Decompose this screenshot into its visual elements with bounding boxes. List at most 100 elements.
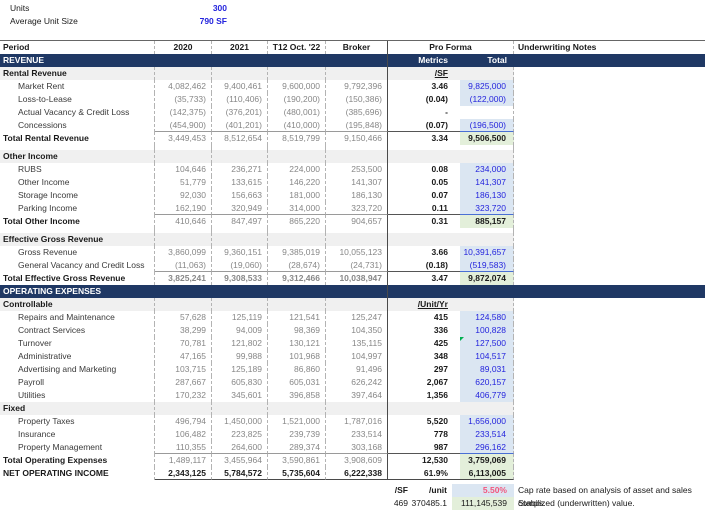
concessions-broker[interactable]: (195,848) — [326, 119, 388, 132]
parking-income-metric[interactable]: 0.11 — [388, 202, 460, 215]
total-other-income-proforma-total[interactable]: 885,157 — [460, 215, 514, 228]
actual-vacancy-credit-loss-t12[interactable]: (480,001) — [268, 106, 326, 119]
net-operating-income-2021[interactable]: 5,784,572 — [212, 467, 268, 480]
total-other-income-t12[interactable]: 865,220 — [268, 215, 326, 228]
total-rental-revenue-2021[interactable]: 8,512,654 — [212, 132, 268, 145]
administrative-broker[interactable]: 104,997 — [326, 350, 388, 363]
average-unit-size-value[interactable]: 790 SF — [155, 15, 229, 28]
actual-vacancy-credit-loss-broker[interactable]: (385,696) — [326, 106, 388, 119]
storage-income-2020[interactable]: 92,030 — [155, 189, 212, 202]
other-income-metric[interactable]: 0.05 — [388, 176, 460, 189]
loss-to-lease-t12[interactable]: (190,200) — [268, 93, 326, 106]
total-effective-gross-revenue-2021[interactable]: 9,308,533 — [212, 272, 268, 285]
col-header-t12[interactable]: T12 Oct. '22 — [268, 41, 326, 54]
net-operating-income-metric[interactable]: 61.9% — [388, 467, 460, 480]
rubs-2021[interactable]: 236,271 — [212, 163, 268, 176]
property-management-broker[interactable]: 303,168 — [326, 441, 388, 454]
total-effective-gross-revenue-broker[interactable]: 10,038,947 — [326, 272, 388, 285]
insurance-metric[interactable]: 778 — [388, 428, 460, 441]
repairs-and-maintenance-2020[interactable]: 57,628 — [155, 311, 212, 324]
turnover-2020[interactable]: 70,781 — [155, 337, 212, 350]
total-effective-gross-revenue-2020[interactable]: 3,825,241 — [155, 272, 212, 285]
loss-to-lease-metric[interactable]: (0.04) — [388, 93, 460, 106]
advertising-and-marketing-proforma-total[interactable]: 89,031 — [460, 363, 514, 376]
actual-vacancy-credit-loss-metric[interactable]: - — [388, 106, 460, 119]
repairs-and-maintenance-broker[interactable]: 125,247 — [326, 311, 388, 324]
storage-income-broker[interactable]: 186,130 — [326, 189, 388, 202]
rubs-t12[interactable]: 224,000 — [268, 163, 326, 176]
parking-income-2021[interactable]: 320,949 — [212, 202, 268, 215]
advertising-and-marketing-2020[interactable]: 103,715 — [155, 363, 212, 376]
concessions-2021[interactable]: (401,201) — [212, 119, 268, 132]
advertising-and-marketing-metric[interactable]: 297 — [388, 363, 460, 376]
market-rent-t12[interactable]: 9,600,000 — [268, 80, 326, 93]
utilities-metric[interactable]: 1,356 — [388, 389, 460, 402]
repairs-and-maintenance-proforma-total[interactable]: 124,580 — [460, 311, 514, 324]
actual-vacancy-credit-loss-2021[interactable]: (376,201) — [212, 106, 268, 119]
general-vacancy-and-credit-loss-metric[interactable]: (0.18) — [388, 259, 460, 272]
administrative-proforma-total[interactable]: 104,517 — [460, 350, 514, 363]
stabilized-value[interactable]: 111,145,539 — [452, 497, 514, 510]
turnover-2021[interactable]: 121,802 — [212, 337, 268, 350]
insurance-t12[interactable]: 239,739 — [268, 428, 326, 441]
general-vacancy-and-credit-loss-proforma-total[interactable]: (519,583) — [460, 259, 514, 272]
total-operating-expenses-broker[interactable]: 3,908,609 — [326, 454, 388, 467]
total-other-income-metric[interactable]: 0.31 — [388, 215, 460, 228]
payroll-2020[interactable]: 287,667 — [155, 376, 212, 389]
market-rent-metric[interactable]: 3.46 — [388, 80, 460, 93]
total-rental-revenue-broker[interactable]: 9,150,466 — [326, 132, 388, 145]
administrative-metric[interactable]: 348 — [388, 350, 460, 363]
total-operating-expenses-proforma-total[interactable]: 3,759,069 — [460, 454, 514, 467]
repairs-and-maintenance-metric[interactable]: 415 — [388, 311, 460, 324]
repairs-and-maintenance-t12[interactable]: 121,541 — [268, 311, 326, 324]
total-effective-gross-revenue-metric[interactable]: 3.47 — [388, 272, 460, 285]
gross-revenue-broker[interactable]: 10,055,123 — [326, 246, 388, 259]
property-management-t12[interactable]: 289,374 — [268, 441, 326, 454]
contract-services-2020[interactable]: 38,299 — [155, 324, 212, 337]
repairs-and-maintenance-2021[interactable]: 125,119 — [212, 311, 268, 324]
property-taxes-proforma-total[interactable]: 1,656,000 — [460, 415, 514, 428]
net-operating-income-proforma-total[interactable]: 6,113,005 — [460, 467, 514, 480]
parking-income-2020[interactable]: 162,190 — [155, 202, 212, 215]
rubs-broker[interactable]: 253,500 — [326, 163, 388, 176]
total-other-income-broker[interactable]: 904,657 — [326, 215, 388, 228]
payroll-metric[interactable]: 2,067 — [388, 376, 460, 389]
property-management-metric[interactable]: 987 — [388, 441, 460, 454]
concessions-metric[interactable]: (0.07) — [388, 119, 460, 132]
advertising-and-marketing-2021[interactable]: 125,189 — [212, 363, 268, 376]
property-taxes-broker[interactable]: 1,787,016 — [326, 415, 388, 428]
total-other-income-2021[interactable]: 847,497 — [212, 215, 268, 228]
utilities-2020[interactable]: 170,232 — [155, 389, 212, 402]
total-effective-gross-revenue-t12[interactable]: 9,312,466 — [268, 272, 326, 285]
parking-income-broker[interactable]: 323,720 — [326, 202, 388, 215]
contract-services-broker[interactable]: 104,350 — [326, 324, 388, 337]
payroll-2021[interactable]: 605,830 — [212, 376, 268, 389]
concessions-t12[interactable]: (410,000) — [268, 119, 326, 132]
contract-services-t12[interactable]: 98,369 — [268, 324, 326, 337]
net-operating-income-broker[interactable]: 6,222,338 — [326, 467, 388, 480]
total-operating-expenses-2021[interactable]: 3,455,964 — [212, 454, 268, 467]
gross-revenue-2021[interactable]: 9,360,151 — [212, 246, 268, 259]
concessions-2020[interactable]: (454,900) — [155, 119, 212, 132]
insurance-proforma-total[interactable]: 233,514 — [460, 428, 514, 441]
property-taxes-metric[interactable]: 5,520 — [388, 415, 460, 428]
other-income-2021[interactable]: 133,615 — [212, 176, 268, 189]
storage-income-t12[interactable]: 181,000 — [268, 189, 326, 202]
concessions-proforma-total[interactable]: (196,500) — [460, 119, 514, 132]
gross-revenue-2020[interactable]: 3,860,099 — [155, 246, 212, 259]
property-taxes-2020[interactable]: 496,794 — [155, 415, 212, 428]
general-vacancy-and-credit-loss-t12[interactable]: (28,674) — [268, 259, 326, 272]
total-rental-revenue-2020[interactable]: 3,449,453 — [155, 132, 212, 145]
other-income-t12[interactable]: 146,220 — [268, 176, 326, 189]
property-taxes-t12[interactable]: 1,521,000 — [268, 415, 326, 428]
net-operating-income-2020[interactable]: 2,343,125 — [155, 467, 212, 480]
gross-revenue-metric[interactable]: 3.66 — [388, 246, 460, 259]
payroll-broker[interactable]: 626,242 — [326, 376, 388, 389]
turnover-t12[interactable]: 130,121 — [268, 337, 326, 350]
payroll-proforma-total[interactable]: 620,157 — [460, 376, 514, 389]
storage-income-metric[interactable]: 0.07 — [388, 189, 460, 202]
general-vacancy-and-credit-loss-broker[interactable]: (24,731) — [326, 259, 388, 272]
net-operating-income-t12[interactable]: 5,735,604 — [268, 467, 326, 480]
property-taxes-2021[interactable]: 1,450,000 — [212, 415, 268, 428]
general-vacancy-and-credit-loss-2020[interactable]: (11,063) — [155, 259, 212, 272]
